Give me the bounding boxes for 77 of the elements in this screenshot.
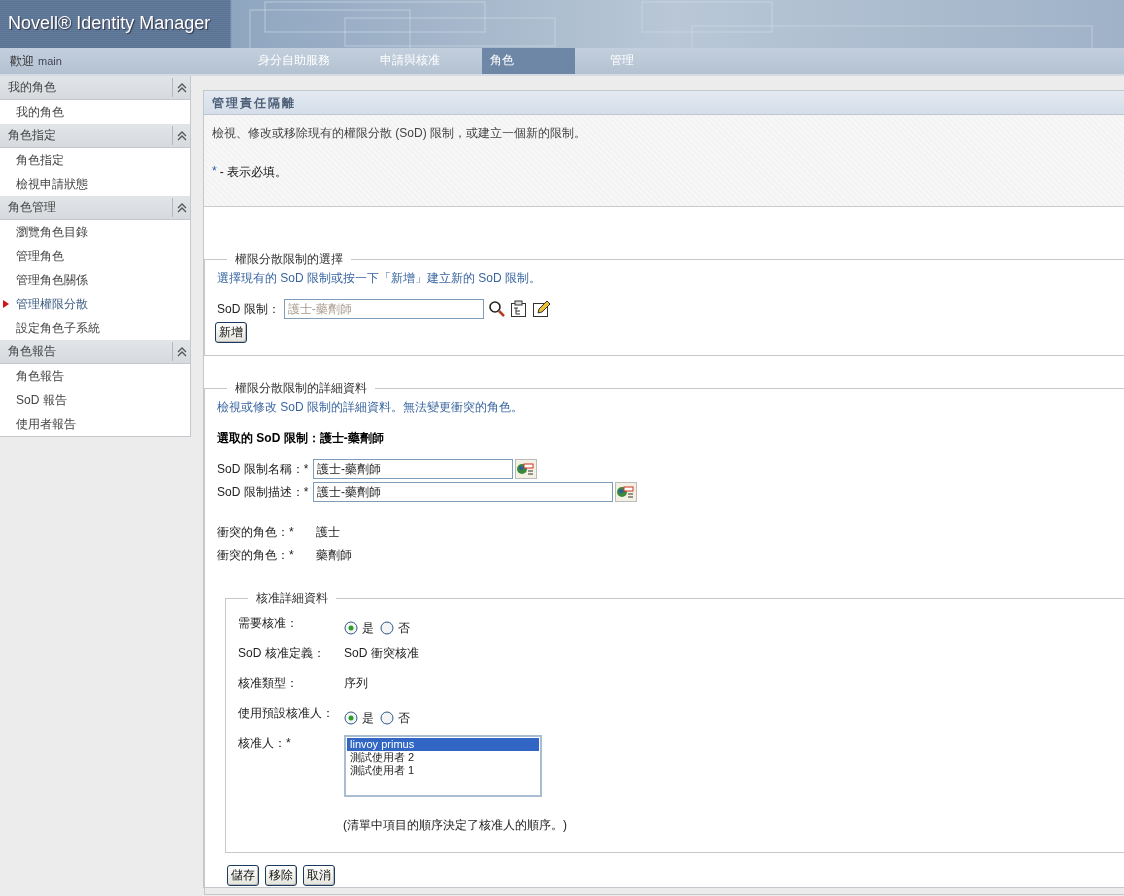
sidebar-item[interactable]: 角色指定 [0,148,190,172]
field-label: 需要核准： [238,615,299,632]
localize-icon[interactable] [515,459,537,479]
role-value: 護士 [316,524,340,541]
section-header[interactable]: 角色指定 [0,124,190,148]
field-value: SoD 衝突核准 [344,645,419,662]
edit-icon[interactable] [531,300,550,318]
fieldset-legend: 權限分散限制的選擇 [227,251,351,268]
welcome-label: 歡迎 [10,52,34,70]
intro-text: 檢視、修改或移除現有的權限分散 (SoD) 限制，或建立一個新的限制。 [212,125,587,142]
radio-label: 否 [398,619,410,637]
field-label: 使用預設核准人： [238,705,335,722]
nav-tab[interactable]: 角色 [482,48,575,74]
sidebar-item[interactable]: 設定角色子系統 [0,316,190,340]
radio-button[interactable] [380,621,394,635]
sidebar-item[interactable]: 管理權限分散 [0,292,190,316]
sidebar-item[interactable]: 角色報告 [0,364,190,388]
sidebar-item[interactable]: 我的角色 [0,100,190,124]
list-order-note: (清單中項目的順序決定了核准人的順序。) [343,817,568,834]
section-header[interactable]: 我的角色 [0,76,190,100]
list-item[interactable]: 測試使用者 2 [347,751,539,764]
clipboard-icon[interactable] [509,300,528,318]
action-button[interactable]: 移除 [265,865,297,886]
required-mark: * [212,164,217,180]
field-label: SoD 核准定義： [238,645,326,662]
radio-button[interactable] [380,711,394,725]
new-button[interactable]: 新增 [215,322,247,343]
app-logo: Novell® Identity Manager [8,12,211,34]
sidebar-item[interactable]: 檢視申請狀態 [0,172,190,196]
action-button[interactable]: 取消 [303,865,335,886]
sidebar-item[interactable]: 管理角色 [0,244,190,268]
field-value: 序列 [344,675,368,692]
action-button[interactable]: 儲存 [227,865,259,886]
collapse-icon[interactable] [176,201,187,214]
field-label: SoD 限制名稱：* [217,460,310,478]
approver-listbox[interactable]: linvoy primus 測試使用者 2 測試使用者 1 [344,735,542,797]
radio-label: 是 [362,709,374,727]
fieldset-legend: 核准詳細資料 [248,590,336,607]
field-label: SoD 限制： [217,300,280,318]
list-item[interactable]: linvoy primus [347,738,539,751]
field-label: 衝突的角色：* [217,524,295,541]
list-item[interactable]: 測試使用者 1 [347,764,539,777]
radio-label: 是 [362,619,374,637]
sidebar-item[interactable]: SoD 報告 [0,388,190,412]
page-title: 管理責任隔離 [204,91,1124,115]
section-title: 角色報告 [7,343,56,360]
section-title: 角色管理 [7,199,56,216]
name-field[interactable]: 護士-藥劑師 [313,459,513,479]
required-note: - 表示必填。 [219,164,287,181]
selected-constraint-heading: 選取的 SoD 限制：護士-藥劑師 [217,430,385,447]
description-field[interactable]: 護士-藥劑師 [313,482,613,502]
selected-marker-icon [3,300,9,308]
radio-button[interactable] [344,711,358,725]
field-label: 衝突的角色：* [217,547,295,564]
sidebar-item[interactable]: 管理角色關係 [0,268,190,292]
search-icon[interactable] [487,300,506,318]
collapse-icon[interactable] [176,129,187,142]
field-label: SoD 限制描述：* [217,483,310,501]
field-label: 核准人：* [238,735,292,752]
radio-label: 否 [398,709,410,727]
radio-button[interactable] [344,621,358,635]
sidebar-item[interactable]: 瀏覽角色目錄 [0,220,190,244]
selection-hint: 選擇現有的 SoD 限制或按一下「新增」建立新的 SoD 限制。 [217,270,543,287]
section-title: 我的角色 [7,79,56,96]
section-header[interactable]: 角色管理 [0,196,190,220]
sod-constraint-field[interactable]: 護士-藥劑師 [283,299,484,319]
details-hint: 檢視或修改 SoD 限制的詳細資料。無法變更衝突的角色。 [217,399,524,416]
localize-icon[interactable] [615,482,637,502]
user-name: main [38,54,62,67]
section-header[interactable]: 角色報告 [0,340,190,364]
role-value: 藥劑師 [316,547,352,564]
collapse-icon[interactable] [176,345,187,358]
collapse-icon[interactable] [176,81,187,94]
section-title: 角色指定 [7,127,56,144]
field-label: 核准類型： [238,675,299,692]
sidebar-item[interactable]: 使用者報告 [0,412,190,436]
fieldset-legend: 權限分散限制的詳細資料 [227,380,375,397]
